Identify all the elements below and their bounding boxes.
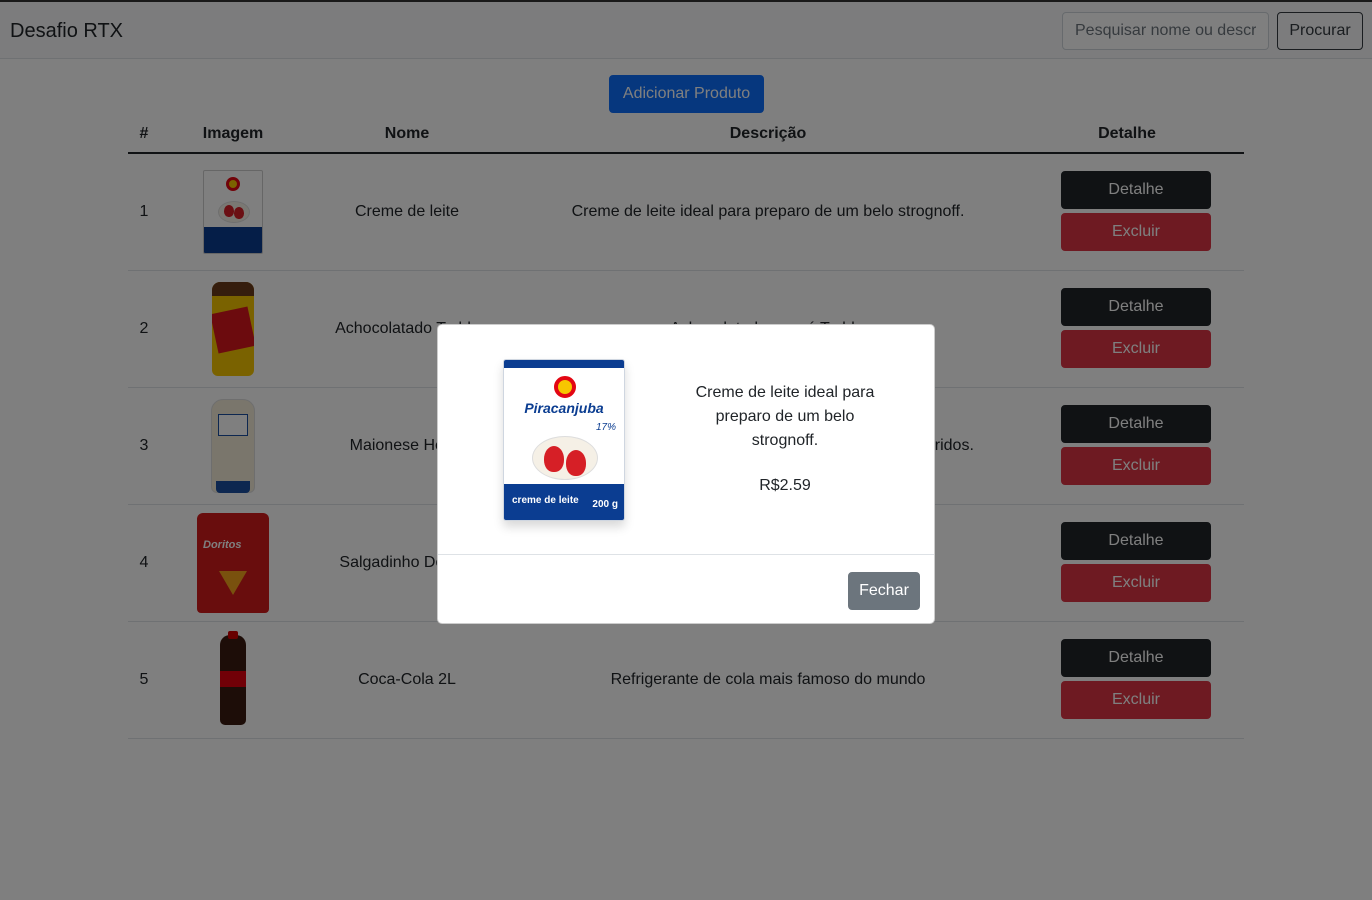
- modal-product-image: Piracanjuba 17% creme de leite 200 g: [464, 355, 664, 525]
- carton-product: creme de leite: [512, 495, 579, 506]
- modal-body: Piracanjuba 17% creme de leite 200 g Cre…: [438, 325, 934, 554]
- carton-brand: Piracanjuba: [524, 400, 604, 416]
- product-detail-modal: Piracanjuba 17% creme de leite 200 g Cre…: [437, 324, 935, 624]
- carton-weight: 200 g: [592, 499, 618, 510]
- close-button[interactable]: Fechar: [848, 572, 920, 610]
- creme-de-leite-carton-image: Piracanjuba 17% creme de leite 200 g: [503, 359, 625, 521]
- modal-description: Creme de leite ideal para preparo de um …: [695, 384, 875, 449]
- modal-footer: Fechar: [438, 554, 934, 625]
- modal-price: R$2.59: [759, 477, 811, 494]
- carton-fat: 17%: [595, 422, 616, 433]
